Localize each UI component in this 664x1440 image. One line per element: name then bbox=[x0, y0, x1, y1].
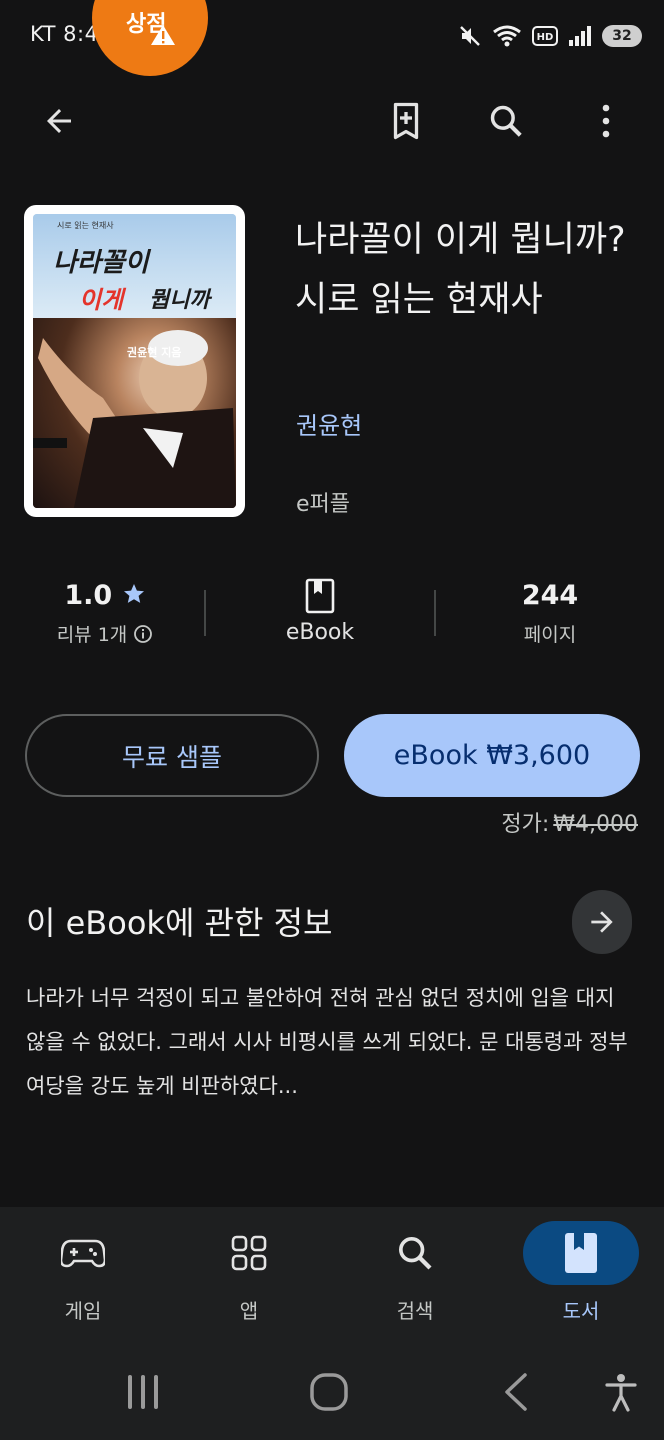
cover-title-line1: 나라꼴이 bbox=[53, 248, 149, 278]
signal-icon bbox=[569, 26, 591, 46]
nav-item-books[interactable]: 도서 bbox=[523, 1207, 663, 1347]
nav-label-apps: 앱 bbox=[239, 1299, 259, 1323]
nav-item-games[interactable]: 게임 bbox=[25, 1207, 165, 1347]
bookmark-add-icon bbox=[393, 102, 419, 140]
nav-label-search: 검색 bbox=[396, 1299, 434, 1323]
format-stat: eBook bbox=[250, 578, 390, 645]
about-description: 나라가 너무 걱정이 되고 불안하여 전혀 관심 없던 정치에 입을 대지 않을… bbox=[26, 986, 628, 1098]
about-expand-button[interactable] bbox=[572, 890, 632, 954]
book-icon bbox=[565, 1233, 597, 1273]
mute-icon bbox=[460, 26, 480, 46]
star-icon bbox=[123, 584, 144, 603]
wifi-icon bbox=[493, 25, 521, 47]
search-icon bbox=[399, 1237, 432, 1270]
book-outline-icon bbox=[305, 578, 335, 614]
search-button[interactable] bbox=[478, 93, 534, 149]
svg-text:HD: HD bbox=[537, 32, 554, 43]
hd-voice-icon: HD bbox=[532, 26, 558, 46]
rating-stat[interactable]: 1.0 리뷰 1개 bbox=[30, 578, 180, 647]
recent-apps-button[interactable] bbox=[113, 1367, 173, 1417]
buy-ebook-button[interactable]: eBook ₩3,600 bbox=[344, 714, 640, 797]
rating-value: 1.0 bbox=[30, 578, 180, 614]
more-options-button[interactable] bbox=[578, 93, 634, 149]
home-icon bbox=[310, 1373, 348, 1411]
cover-series-text: 시로 읽는 현재사 bbox=[57, 221, 114, 230]
page-count: 244 bbox=[521, 580, 579, 611]
accessibility-button[interactable] bbox=[591, 1367, 651, 1417]
book-author-link[interactable]: 권윤현 bbox=[296, 406, 362, 441]
book-cover[interactable]: 시로 읽는 현재사 나라꼴이 이게 뭡니까 권윤현 지음 bbox=[24, 205, 245, 517]
back-button[interactable] bbox=[31, 93, 87, 149]
battery-indicator: 32 bbox=[602, 25, 642, 47]
book-publisher: e퍼플 bbox=[296, 492, 351, 517]
stat-divider bbox=[204, 590, 206, 636]
top-app-bar bbox=[0, 80, 664, 164]
search-icon bbox=[490, 105, 522, 137]
nav-label-games: 게임 bbox=[64, 1299, 102, 1323]
nav-item-search[interactable]: 검색 bbox=[357, 1207, 497, 1347]
back-nav-button[interactable] bbox=[486, 1367, 546, 1417]
warning-icon bbox=[151, 25, 175, 45]
arrow-back-icon bbox=[47, 109, 71, 133]
home-button[interactable] bbox=[299, 1367, 359, 1417]
bottom-navigation: 게임 앱 검색 도서 bbox=[0, 1207, 664, 1347]
back-chevron-icon bbox=[505, 1373, 527, 1411]
about-section-title: 이 eBook에 관한 정보 bbox=[26, 904, 333, 942]
nav-item-apps[interactable]: 앱 bbox=[191, 1207, 331, 1347]
system-navigation-bar bbox=[0, 1347, 664, 1440]
stat-divider bbox=[434, 590, 436, 636]
wishlist-button[interactable] bbox=[378, 93, 434, 149]
free-sample-button[interactable]: 무료 샘플 bbox=[25, 714, 319, 797]
recent-apps-icon bbox=[128, 1375, 158, 1409]
cover-title-line2-red: 이게 bbox=[79, 286, 124, 314]
cover-author-text: 권윤현 지음 bbox=[127, 346, 182, 359]
status-bar: KT 8:48 상점 HD 32 bbox=[0, 0, 664, 76]
accessibility-icon bbox=[605, 1374, 637, 1412]
format-label: eBook bbox=[285, 620, 355, 645]
list-price: 정가: ₩4,000 bbox=[501, 806, 638, 838]
info-icon[interactable] bbox=[133, 624, 153, 644]
apps-grid-icon bbox=[231, 1235, 267, 1271]
more-vert-icon bbox=[602, 104, 610, 138]
pages-label: 페이지 bbox=[523, 624, 577, 646]
list-price-label: 정가: bbox=[501, 812, 550, 837]
nav-label-books: 도서 bbox=[562, 1299, 600, 1323]
cover-title-line2-black: 뭡니까 bbox=[149, 288, 210, 313]
gamepad-icon bbox=[61, 1239, 105, 1268]
book-title: 나라꼴이 이게 뭡니까? 시로 읽는 현재사 bbox=[295, 220, 626, 320]
arrow-forward-icon bbox=[591, 911, 613, 933]
book-cover-image: 시로 읽는 현재사 나라꼴이 이게 뭡니까 권윤현 지음 bbox=[33, 214, 236, 508]
review-count: 리뷰 1개 bbox=[56, 624, 128, 646]
list-price-value: ₩4,000 bbox=[553, 812, 638, 837]
pages-stat: 244 페이지 bbox=[480, 578, 620, 647]
